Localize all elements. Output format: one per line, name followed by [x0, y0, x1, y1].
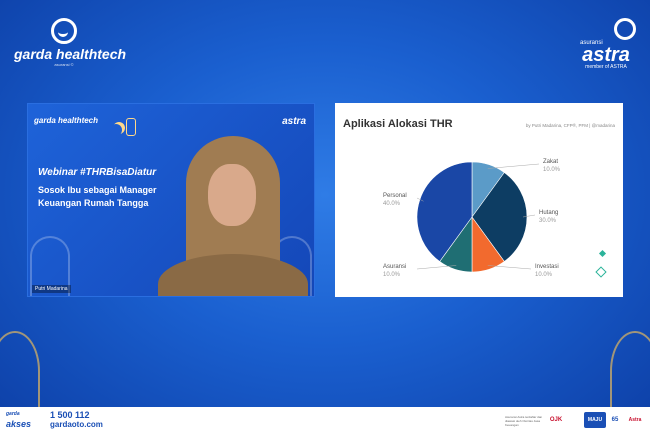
phone-number: 1 500 112 — [50, 410, 90, 420]
pie-label-name: Personal — [383, 193, 407, 199]
maju-badge: MAJU — [584, 412, 606, 428]
astra-logo-icon — [614, 18, 636, 40]
garda-logo-icon — [51, 18, 77, 44]
video-garda-logo: garda healthtech — [34, 116, 99, 125]
speaker-name-tag: Putri Madarina — [32, 285, 71, 293]
pie-label-name: Asuransi — [383, 264, 407, 270]
pie-label-percent: 10.0% — [535, 272, 553, 278]
pie-label-personal: Personal 40.0% — [383, 192, 407, 208]
speaker-video-panel[interactable]: garda healthtech astra Webinar #THRBisaD… — [27, 103, 315, 297]
asuransi-astra-logo: asuransi astra member of ASTRA — [576, 18, 636, 70]
pie-label-name: Zakat — [543, 159, 559, 165]
pie-leader-zakat — [487, 163, 540, 169]
garda-healthtech-brand: garda healthtech — [14, 46, 127, 62]
lantern-icon — [126, 118, 136, 136]
website-link[interactable]: gardaoto.com — [50, 420, 103, 429]
speaker-face — [208, 164, 256, 226]
ojk-badge: OJK — [549, 417, 563, 423]
garda-akses-logo: garda akses — [6, 409, 31, 429]
pie-label-name: Hutang — [539, 210, 559, 216]
pie-label-investasi: Investasi 10.0% — [535, 263, 559, 279]
speaker-body — [158, 254, 308, 296]
footer-bar: garda akses 1 500 112 gardaoto.com Asura… — [0, 407, 650, 433]
pie-label-percent: 10.0% — [543, 167, 561, 173]
astra-brand: astra — [582, 44, 630, 66]
pie-label-asuransi: Asuransi 10.0% — [383, 263, 406, 279]
pie-label-zakat: Zakat 10.0% — [543, 158, 560, 174]
garda-tagline: asuransi © — [54, 62, 74, 67]
shared-slide-panel[interactable]: Aplikasi Alokasi THR by Putri Madarina, … — [335, 103, 623, 297]
speaker-video-feed — [158, 136, 308, 296]
pie-label-percent: 40.0% — [383, 201, 401, 207]
garda-akses-top: garda — [6, 411, 20, 417]
garda-healthtech-logo: garda healthtech asuransi © — [14, 18, 127, 67]
ojk-notice: Asuransi Astra terdaftar dan diawasi ole… — [505, 415, 543, 427]
video-astra-logo: astra — [282, 116, 306, 127]
anniversary-65-badge: 65 — [611, 417, 619, 423]
pie-label-name: Investasi — [535, 264, 559, 270]
pie-chart — [416, 161, 540, 273]
crescent-moon-icon — [110, 124, 122, 136]
webinar-title: Sosok Ibu sebagai Manager Keuangan Rumah… — [38, 185, 157, 208]
webinar-hashtag: Webinar #THRBisaDiatur — [38, 167, 157, 178]
ornament-right — [610, 331, 650, 411]
astra-badge: Astra — [628, 417, 642, 423]
contact-info: 1 500 112 gardaoto.com — [50, 410, 103, 430]
garda-akses-bottom: akses — [6, 419, 32, 429]
ornament-left — [0, 331, 40, 411]
pie-label-percent: 10.0% — [383, 272, 401, 278]
pie-label-percent: 30.0% — [539, 218, 557, 224]
pie-label-hutang: Hutang 30.0% — [539, 209, 558, 225]
